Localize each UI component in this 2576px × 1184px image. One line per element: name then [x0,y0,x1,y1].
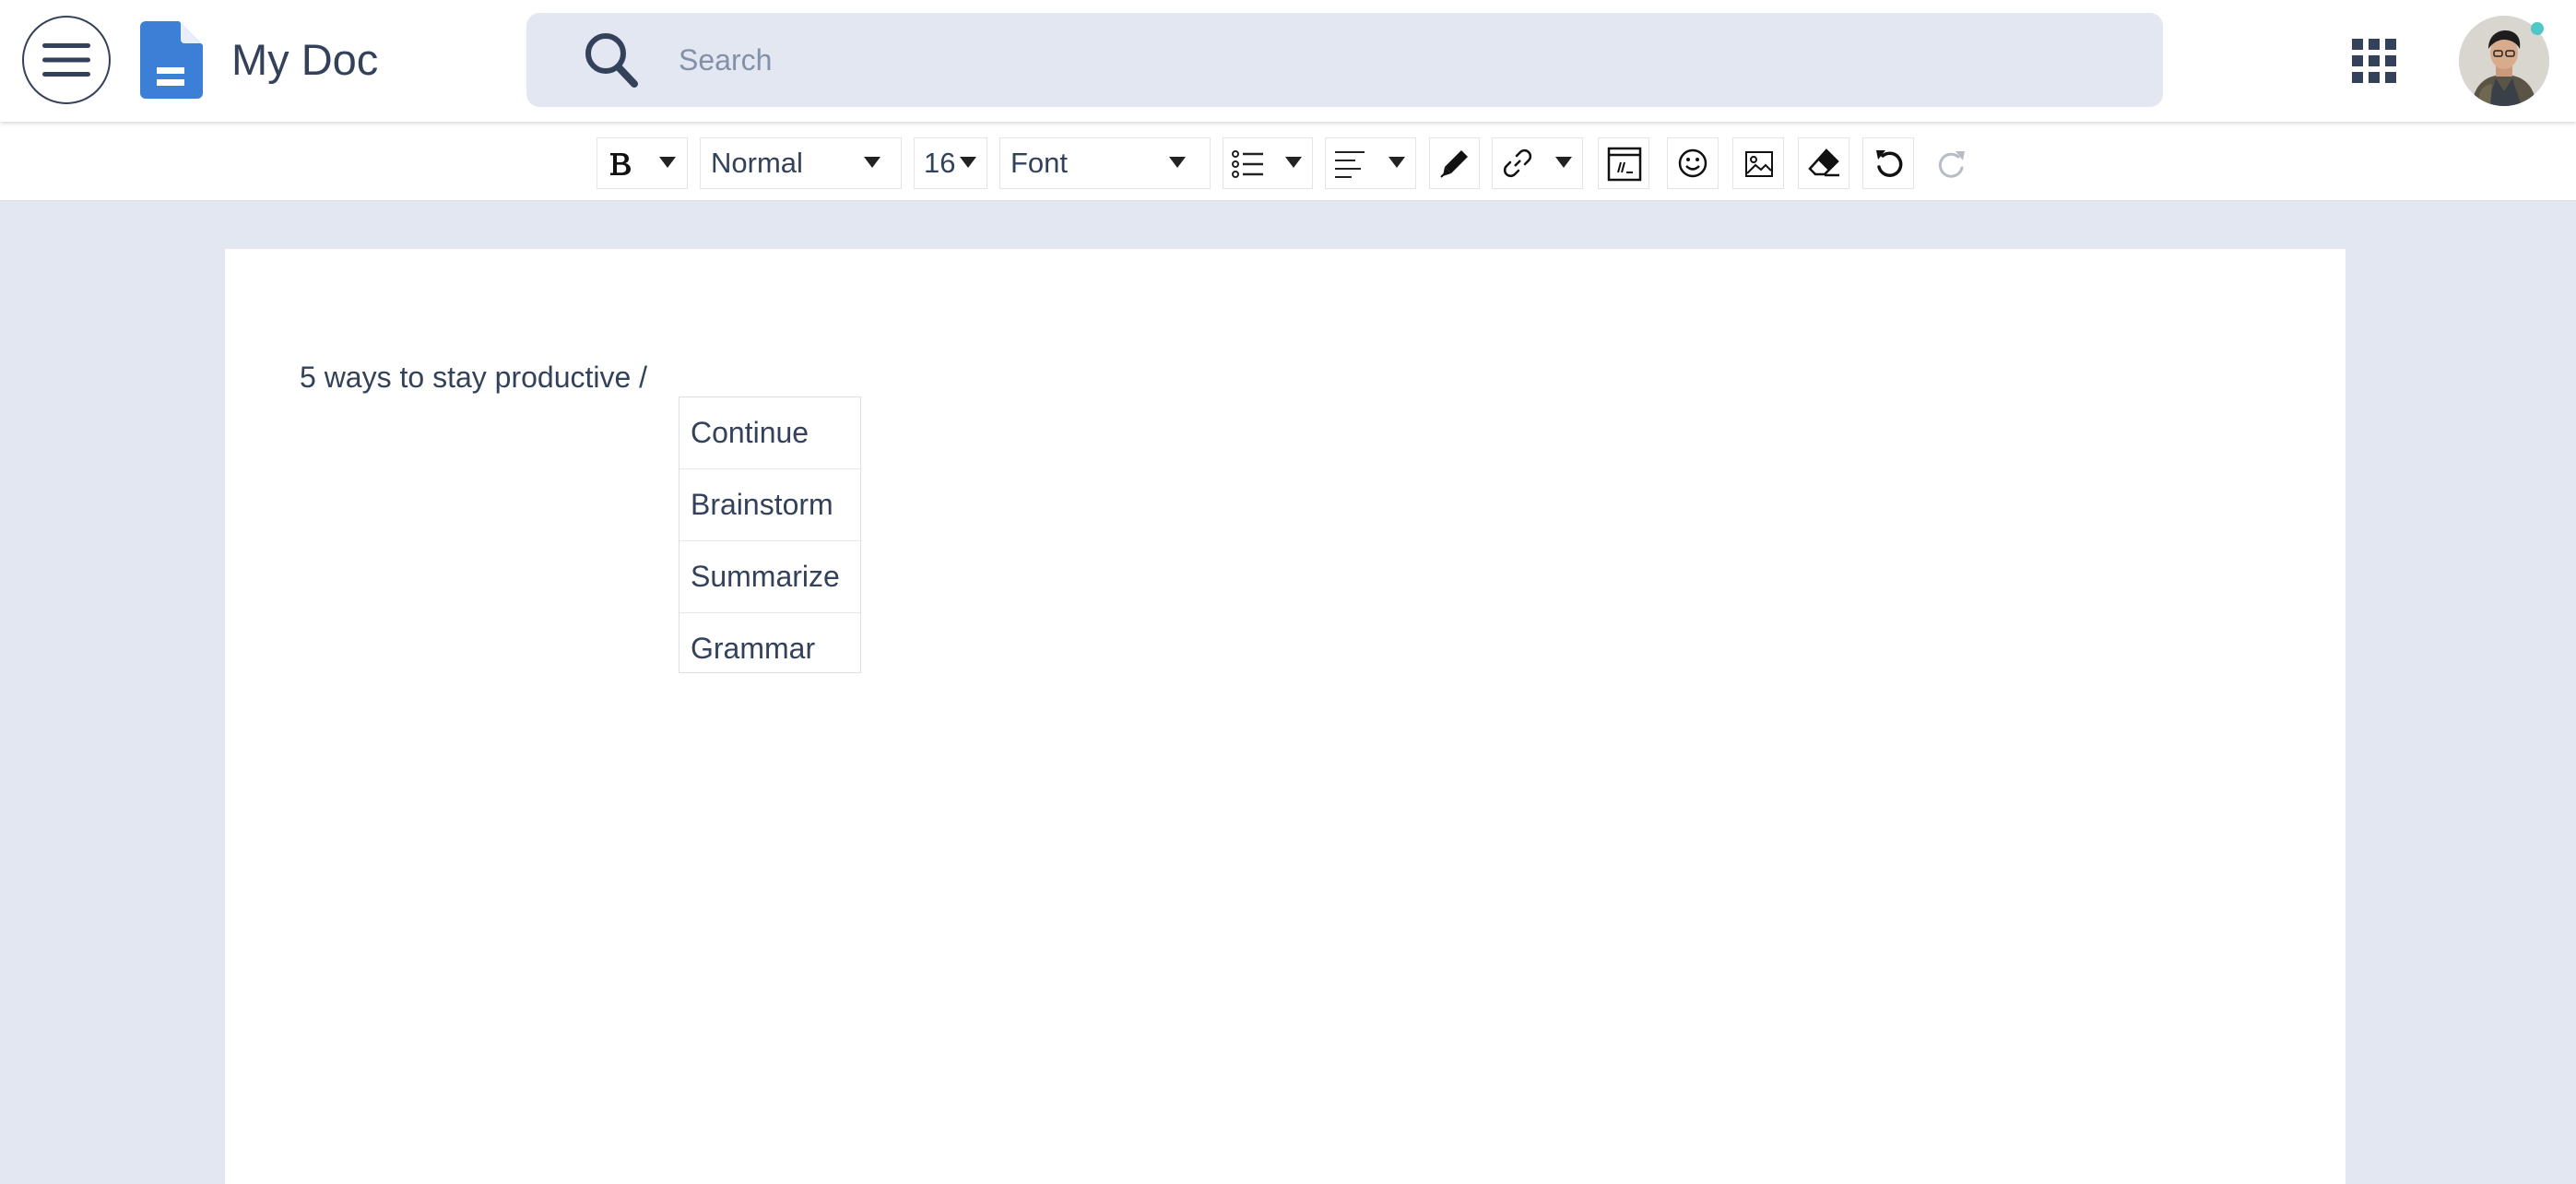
font-family-select[interactable]: Font [999,137,1211,189]
search-input[interactable]: Search [679,43,772,77]
hamburger-icon [42,43,90,77]
eraser-icon [1808,148,1839,177]
align-left-icon [1335,151,1365,178]
chevron-down-icon [1285,157,1302,168]
document-page[interactable]: 5 ways to stay productive / Continue Bra… [225,249,2346,1184]
insert-image-button[interactable] [1732,137,1784,189]
document-icon[interactable] [140,21,203,99]
bold-dropdown[interactable] [597,137,688,189]
menu-item-continue[interactable]: Continue [679,397,860,469]
font-family-value: Font [1010,147,1069,179]
chevron-down-icon [1388,157,1405,168]
code-block-button[interactable] [1598,137,1649,189]
link-icon [1503,148,1532,178]
menu-item-brainstorm[interactable]: Brainstorm [679,469,860,541]
document-title[interactable]: My Doc [231,35,378,85]
chevron-down-icon [1169,157,1186,168]
document-text-line[interactable]: 5 ways to stay productive / [300,360,647,395]
text-color-button[interactable] [1429,137,1480,189]
chevron-down-icon [1555,157,1572,168]
menu-button[interactable] [22,16,111,104]
formatting-toolbar: Normal 16 Font [0,122,2576,201]
undo-button[interactable] [1862,137,1914,189]
chevron-down-icon [659,157,676,168]
bullet-list-icon [1232,150,1263,178]
chevron-down-icon [960,157,976,168]
font-size-select[interactable]: 16 [914,137,987,189]
bold-icon [610,153,631,175]
smiley-icon [1678,148,1707,178]
online-status-dot [2531,22,2544,35]
image-icon [1745,151,1773,177]
list-dropdown[interactable] [1223,137,1313,189]
chevron-down-icon [864,157,880,168]
code-block-icon [1607,147,1642,182]
menu-item-grammar[interactable]: Grammar [679,613,860,672]
clear-formatting-button[interactable] [1798,137,1849,189]
ai-command-menu: Continue Brainstorm Summarize Grammar [679,397,861,673]
emoji-button[interactable] [1667,137,1719,189]
block-style-select[interactable]: Normal [700,137,902,189]
redo-button[interactable] [1925,137,1977,189]
font-size-value: 16 [924,147,956,179]
undo-icon [1876,150,1903,177]
search-bar[interactable]: Search [526,13,2163,107]
apps-grid-icon[interactable] [2352,39,2396,83]
align-dropdown[interactable] [1325,137,1416,189]
app-header: My Doc Search [0,0,2576,122]
pen-icon [1440,150,1468,178]
block-style-value: Normal [711,147,803,179]
redo-icon [1938,151,1965,178]
menu-item-summarize[interactable]: Summarize [679,541,860,613]
link-dropdown[interactable] [1492,137,1583,189]
search-icon [585,33,638,88]
